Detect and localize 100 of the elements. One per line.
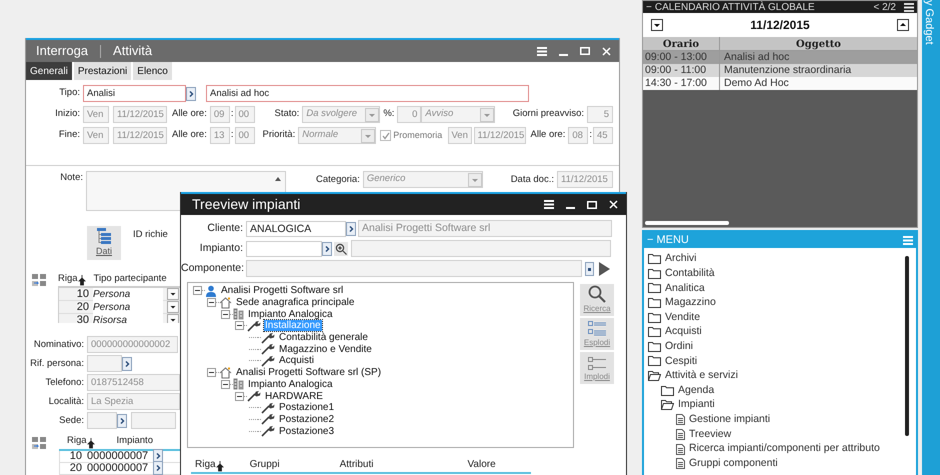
- type-code-field[interactable]: Analisi: [83, 85, 186, 102]
- field-label: Fine:: [58, 128, 81, 142]
- reminder-checkbox[interactable]: [380, 130, 392, 141]
- tree-item[interactable]: Contabilità generale: [278, 332, 369, 344]
- field-label: Data doc.:: [510, 173, 555, 187]
- grid-icon[interactable]: [32, 274, 46, 286]
- sort-icon[interactable]: [86, 438, 95, 448]
- collapse-icon[interactable]: [193, 286, 202, 296]
- column-header: Riga: [195, 458, 216, 472]
- sort-icon[interactable]: [216, 461, 224, 472]
- side-tab-label: y Gadget: [922, 0, 936, 45]
- tree-item[interactable]: Postazione2: [278, 414, 336, 425]
- field-label: ID richie: [133, 228, 168, 242]
- tree-item[interactable]: Postazione1: [278, 402, 336, 414]
- menu-item[interactable]: Gestione impianti: [689, 412, 770, 428]
- document-icon: [676, 444, 685, 455]
- tab[interactable]: Prestazioni: [74, 62, 132, 80]
- menu-item[interactable]: Acquisti: [665, 324, 702, 340]
- menu-item[interactable]: Archivi: [665, 251, 697, 268]
- customer-code-field[interactable]: ANALOGICA: [246, 220, 346, 236]
- data-button[interactable]: Dati: [87, 226, 121, 260]
- row-number: 10: [76, 288, 89, 302]
- menu-item[interactable]: Vendite: [665, 310, 700, 326]
- text-field[interactable]: [246, 260, 582, 277]
- building-icon: [233, 308, 244, 320]
- wrench-icon: [261, 343, 275, 356]
- tree-item[interactable]: Sede anagrafica principale: [235, 297, 356, 308]
- field-label: Categoria:: [316, 173, 361, 187]
- activity-subject: Analisi ad hoc: [723, 51, 790, 64]
- tree-item[interactable]: Impianto Analogica: [247, 378, 334, 390]
- menu-icon[interactable]: [544, 200, 554, 209]
- page-indicator[interactable]: < 2/2: [873, 1, 896, 14]
- plant-field[interactable]: [246, 240, 322, 256]
- house-icon: [219, 296, 232, 309]
- menu-item[interactable]: Contabilità: [665, 266, 715, 282]
- text-field[interactable]: [87, 355, 122, 372]
- tree-item[interactable]: Acquisti: [278, 355, 316, 366]
- menu-item[interactable]: Analitica: [665, 280, 705, 296]
- scrollbar-thumb[interactable]: [905, 256, 909, 436]
- sort-icon[interactable]: [78, 275, 86, 286]
- collapse-icon[interactable]: [221, 380, 230, 389]
- tree-item[interactable]: Analisi Progetti Software srl: [220, 285, 344, 296]
- collapse-icon[interactable]: [235, 321, 244, 330]
- activity-subject: Demo Ad Hoc: [723, 77, 789, 90]
- field-label: Cliente:: [206, 220, 244, 236]
- tab[interactable]: Generali: [26, 62, 72, 80]
- participant-type: Risorsa: [93, 312, 163, 324]
- collapse-icon[interactable]: [221, 310, 230, 319]
- field-label: %:: [383, 107, 396, 122]
- tab[interactable]: Elenco: [133, 62, 172, 80]
- text-field[interactable]: [131, 412, 176, 430]
- row-number: 30: [76, 313, 89, 324]
- wrench-icon: [247, 320, 261, 332]
- menu-item[interactable]: Ricerca impianti/componenti per attributo: [689, 441, 880, 457]
- close-icon[interactable]: [609, 200, 618, 209]
- field-label: Alle ore:: [172, 107, 208, 122]
- collapse-toggle[interactable]: −: [646, 1, 652, 14]
- plant-code: 0000000007: [87, 460, 150, 475]
- time-range: 14:30 - 17:00: [643, 77, 720, 90]
- tree-item[interactable]: Impianto Analogica: [247, 308, 334, 320]
- collapse-icon[interactable]: [207, 368, 216, 378]
- collapse-icon[interactable]: [207, 298, 216, 308]
- zoom-in-icon[interactable]: [334, 242, 348, 256]
- previous-day-icon[interactable]: [651, 19, 663, 31]
- column-header: Valore: [468, 458, 496, 472]
- collapse-list-icon: [588, 357, 606, 371]
- menu-item[interactable]: Attività e servizi: [665, 368, 738, 384]
- calendar-row[interactable]: 14:30 - 17:00 Demo Ad Hoc: [643, 77, 917, 90]
- tree-item[interactable]: Postazione3: [278, 426, 336, 437]
- field-label: Inizio:: [54, 107, 81, 122]
- text-field[interactable]: [351, 240, 611, 257]
- maximize-icon[interactable]: [587, 200, 597, 208]
- time-separator: :: [588, 128, 593, 142]
- next-day-icon[interactable]: [897, 19, 909, 31]
- type-description-field[interactable]: Analisi ad hoc: [206, 85, 529, 102]
- menu-item[interactable]: Magazzino: [665, 295, 716, 311]
- tree-item[interactable]: Magazzino e Vendite: [278, 344, 373, 355]
- scrollbar-thumb[interactable]: [645, 221, 729, 225]
- dropdown-arrow-icon[interactable]: [167, 314, 179, 324]
- column-header: Tipo partecipante: [94, 272, 167, 286]
- text-field[interactable]: [87, 412, 117, 430]
- menu-item[interactable]: Gruppi componenti: [689, 456, 778, 472]
- calendar-row[interactable]: 09:00 - 11:00 Manutenzione straordinaria: [643, 64, 917, 77]
- play-icon[interactable]: [597, 260, 611, 276]
- activity-subject: Manutenzione straordinaria: [723, 64, 852, 77]
- person-icon: [205, 284, 217, 297]
- menu-item[interactable]: Cespiti: [665, 354, 698, 370]
- menu-item[interactable]: Impianti: [678, 397, 715, 414]
- menu-item[interactable]: Ordini: [665, 338, 694, 355]
- wrench-icon: [247, 390, 261, 402]
- calendar-row[interactable]: 09:00 - 13:00 Analisi ad hoc: [643, 51, 917, 64]
- collapse-icon[interactable]: [235, 392, 244, 401]
- menu-icon[interactable]: [904, 2, 914, 12]
- field-label: Alle ore:: [530, 128, 566, 142]
- row-number: 10: [68, 448, 82, 463]
- tree-item[interactable]: HARDWARE: [264, 390, 324, 402]
- grid-icon[interactable]: [32, 436, 46, 448]
- tree-item[interactable]: Analisi Progetti Software srl (SP): [235, 367, 382, 378]
- menu-item[interactable]: Agenda: [678, 382, 714, 399]
- menu-item[interactable]: Treeview: [689, 426, 732, 442]
